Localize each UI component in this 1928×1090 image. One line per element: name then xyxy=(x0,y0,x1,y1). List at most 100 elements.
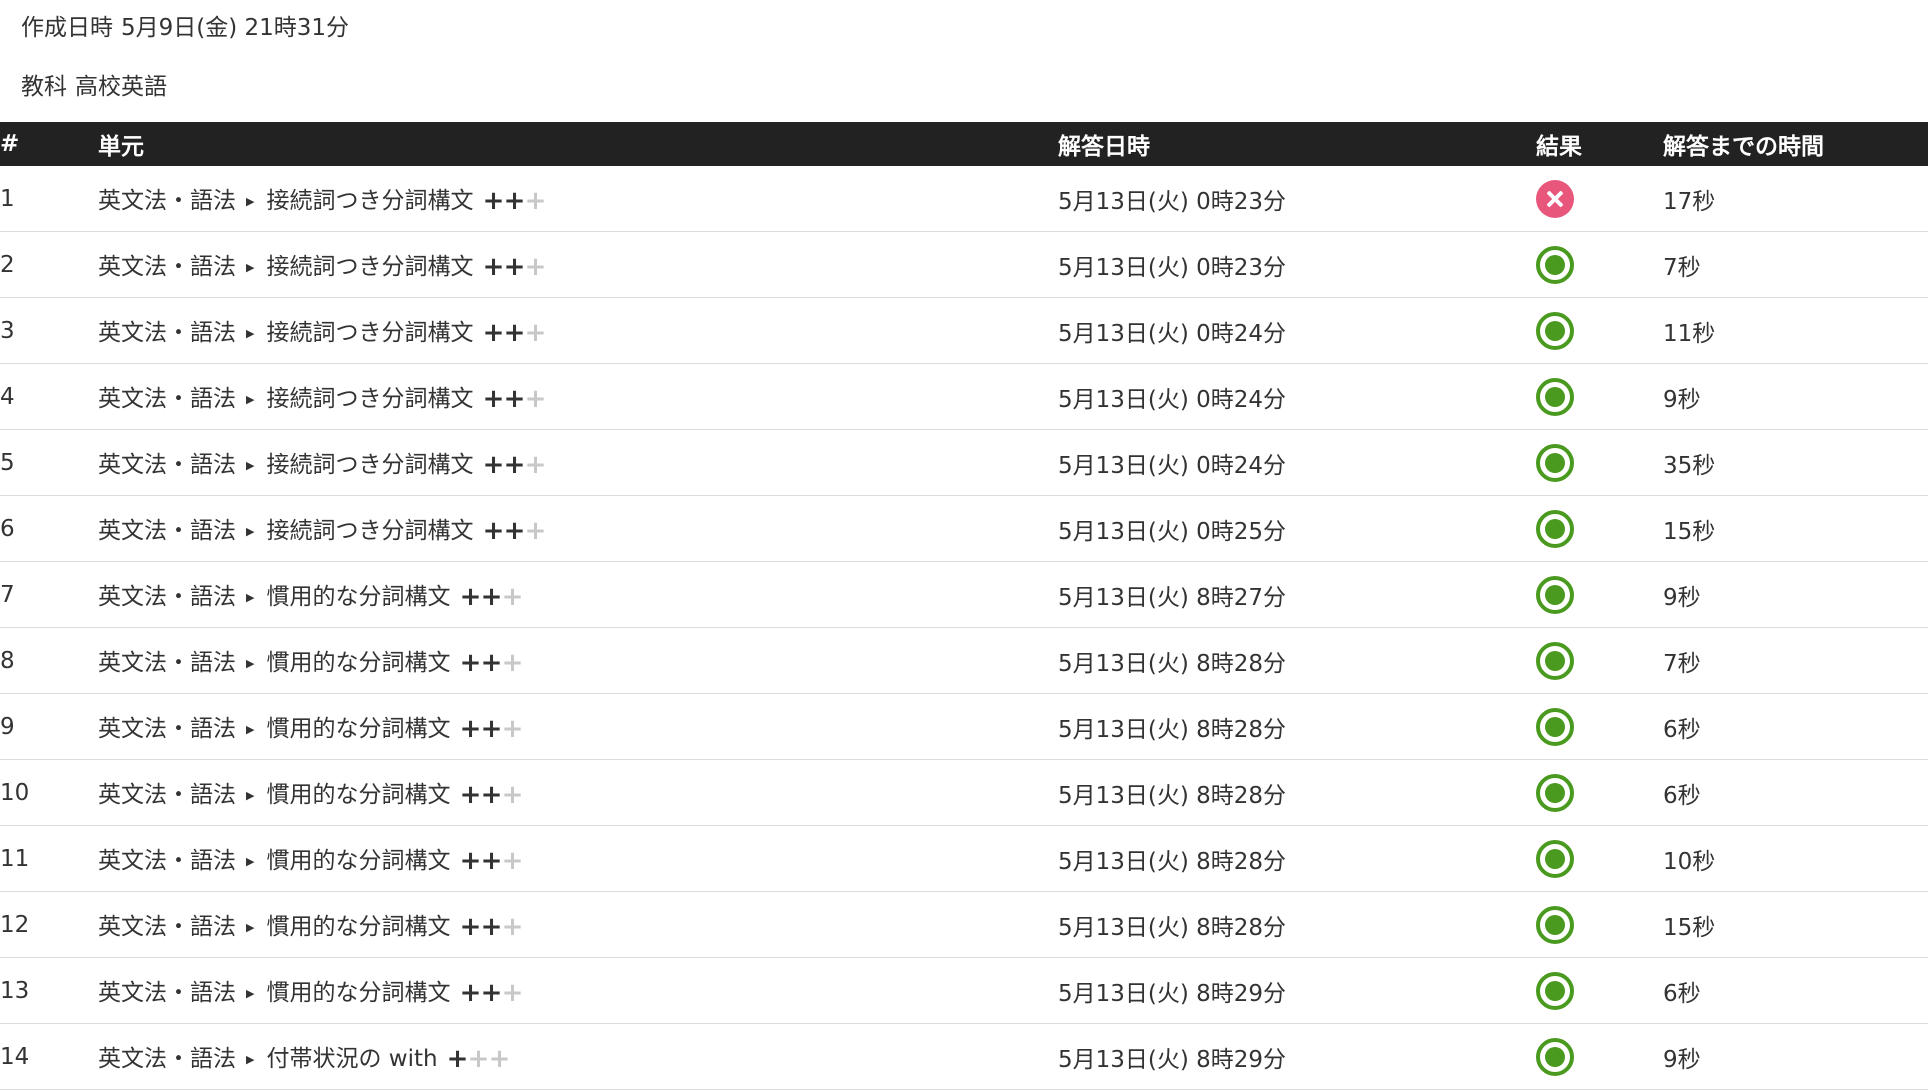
table-row: 2 英文法・語法 ▶ 接続詞つき分詞構文 +++ 5月13日(火) 0時23分 7秒 xyxy=(0,231,1928,298)
plus-icon: + xyxy=(501,648,524,678)
answer-date: 5月13日(火) 0時24分 xyxy=(1058,429,1536,496)
row-number: 2 xyxy=(0,231,98,298)
triangle-right-icon: ▶ xyxy=(246,921,255,934)
difficulty-level: +++ xyxy=(458,978,524,1008)
difficulty-level: +++ xyxy=(481,516,547,546)
correct-circle-icon xyxy=(1536,971,1574,1010)
plus-icon: + xyxy=(482,516,505,546)
correct-circle-icon xyxy=(1536,245,1574,284)
plus-icon: + xyxy=(501,846,524,876)
difficulty-level: +++ xyxy=(446,1044,511,1074)
table-header-row: # 単元 解答日時 結果 解答までの時間 xyxy=(0,122,1928,166)
plus-icon: + xyxy=(480,846,503,876)
row-number: 13 xyxy=(0,957,98,1024)
answer-date: 5月13日(火) 8時28分 xyxy=(1058,891,1536,958)
answer-time: 6秒 xyxy=(1663,759,1928,826)
answer-time: 35秒 xyxy=(1663,429,1928,496)
unit-cell: 英文法・語法 ▶ 慣用的な分詞構文 +++ xyxy=(98,627,1058,694)
result-cell xyxy=(1536,231,1663,298)
plus-icon: + xyxy=(524,384,547,414)
plus-icon: + xyxy=(524,450,547,480)
result-cell xyxy=(1536,759,1663,826)
row-number: 9 xyxy=(0,693,98,760)
unit-name: 接続詞つき分詞構文 xyxy=(266,452,474,478)
unit-category: 英文法・語法 xyxy=(98,188,236,214)
unit-cell: 英文法・語法 ▶ 接続詞つき分詞構文 +++ xyxy=(98,297,1058,364)
plus-icon: + xyxy=(480,648,503,678)
unit-name: 慣用的な分詞構文 xyxy=(266,584,451,610)
plus-icon: + xyxy=(482,450,505,480)
correct-circle-icon xyxy=(1536,773,1574,812)
plus-icon: + xyxy=(503,186,526,216)
correct-circle-icon xyxy=(1536,839,1574,878)
plus-icon: + xyxy=(480,780,503,810)
header-answer-time: 解答までの時間 xyxy=(1663,134,1824,160)
answer-time: 6秒 xyxy=(1663,693,1928,760)
header-result: 結果 xyxy=(1536,134,1582,160)
difficulty-level: +++ xyxy=(458,714,524,744)
difficulty-level: +++ xyxy=(458,648,524,678)
unit-name: 慣用的な分詞構文 xyxy=(266,914,451,940)
unit-cell: 英文法・語法 ▶ 慣用的な分詞構文 +++ xyxy=(98,957,1058,1024)
unit-category: 英文法・語法 xyxy=(98,518,236,544)
answer-date: 5月13日(火) 0時25分 xyxy=(1058,495,1536,562)
unit-name: 接続詞つき分詞構文 xyxy=(266,386,474,412)
plus-icon: + xyxy=(459,582,482,612)
unit-name: 接続詞つき分詞構文 xyxy=(266,188,474,214)
triangle-right-icon: ▶ xyxy=(246,657,255,670)
difficulty-level: +++ xyxy=(481,450,547,480)
correct-circle-icon xyxy=(1536,377,1574,416)
triangle-right-icon: ▶ xyxy=(246,195,255,208)
plus-icon: + xyxy=(459,714,482,744)
plus-icon: + xyxy=(524,252,547,282)
answer-time: 9秒 xyxy=(1663,1023,1928,1090)
result-cell xyxy=(1536,429,1663,496)
header-answer-date: 解答日時 xyxy=(1058,134,1150,160)
table-row: 3 英文法・語法 ▶ 接続詞つき分詞構文 +++ 5月13日(火) 0時24分 11秒 xyxy=(0,297,1928,364)
result-cell xyxy=(1536,627,1663,694)
unit-cell: 英文法・語法 ▶ 接続詞つき分詞構文 +++ xyxy=(98,166,1058,232)
answer-date: 5月13日(火) 0時23分 xyxy=(1058,231,1536,298)
answer-date: 5月13日(火) 0時24分 xyxy=(1058,363,1536,430)
unit-name: 接続詞つき分詞構文 xyxy=(266,320,474,346)
difficulty-level: +++ xyxy=(481,186,547,216)
plus-icon: + xyxy=(501,912,524,942)
answer-time: 15秒 xyxy=(1663,495,1928,562)
plus-icon: + xyxy=(482,252,505,282)
row-number: 14 xyxy=(0,1023,98,1090)
answer-date: 5月13日(火) 0時24分 xyxy=(1058,297,1536,364)
row-number: 12 xyxy=(0,891,98,958)
answer-time: 6秒 xyxy=(1663,957,1928,1024)
correct-circle-icon xyxy=(1536,443,1574,482)
difficulty-level: +++ xyxy=(458,780,524,810)
result-cell xyxy=(1536,1023,1663,1090)
row-number: 4 xyxy=(0,363,98,430)
table-header: # 単元 解答日時 結果 解答までの時間 xyxy=(0,122,1928,166)
table-row: 4 英文法・語法 ▶ 接続詞つき分詞構文 +++ 5月13日(火) 0時24分 9秒 xyxy=(0,363,1928,430)
plus-icon: + xyxy=(480,582,503,612)
unit-category: 英文法・語法 xyxy=(98,320,236,346)
answer-date: 5月13日(火) 8時28分 xyxy=(1058,627,1536,694)
subject: 教科 高校英語 xyxy=(21,67,167,101)
table-row: 7 英文法・語法 ▶ 慣用的な分詞構文 +++ 5月13日(火) 8時27分 9秒 xyxy=(0,561,1928,628)
unit-category: 英文法・語法 xyxy=(98,452,236,478)
difficulty-level: +++ xyxy=(458,582,524,612)
row-number: 8 xyxy=(0,627,98,694)
unit-name: 慣用的な分詞構文 xyxy=(266,782,451,808)
unit-name: 慣用的な分詞構文 xyxy=(266,650,451,676)
row-number: 5 xyxy=(0,429,98,496)
plus-icon: + xyxy=(482,318,505,348)
unit-name: 慣用的な分詞構文 xyxy=(266,716,451,742)
answer-time: 11秒 xyxy=(1663,297,1928,364)
difficulty-level: +++ xyxy=(458,846,524,876)
plus-icon: + xyxy=(480,912,503,942)
correct-circle-icon xyxy=(1536,575,1574,614)
row-number: 7 xyxy=(0,561,98,628)
unit-category: 英文法・語法 xyxy=(98,716,236,742)
unit-name: 接続詞つき分詞構文 xyxy=(266,254,474,280)
plus-icon: + xyxy=(446,1044,469,1074)
table-row: 8 英文法・語法 ▶ 慣用的な分詞構文 +++ 5月13日(火) 8時28分 7秒 xyxy=(0,627,1928,694)
answer-time: 7秒 xyxy=(1663,231,1928,298)
answer-date: 5月13日(火) 8時28分 xyxy=(1058,759,1536,826)
correct-circle-icon xyxy=(1536,641,1574,680)
